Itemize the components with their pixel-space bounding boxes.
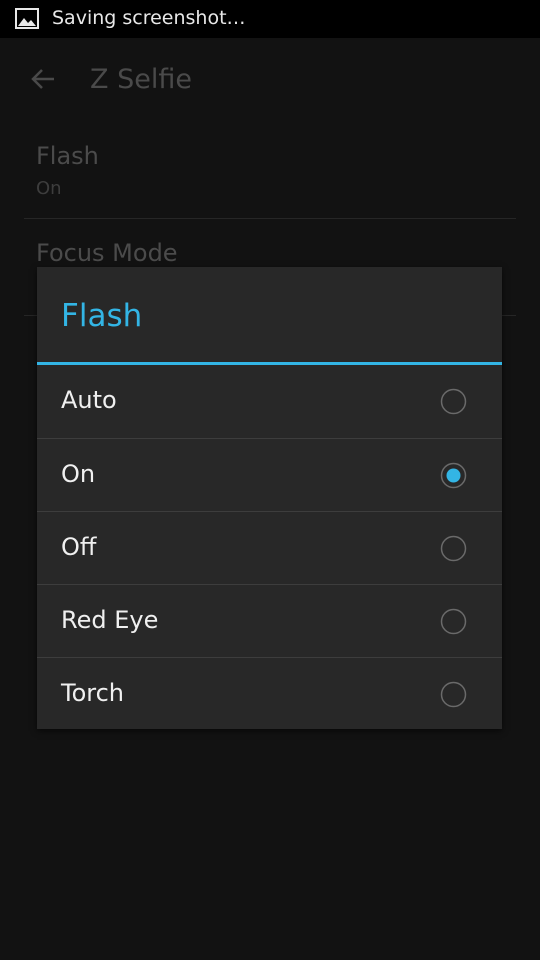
- status-text: Saving screenshot…: [52, 7, 246, 29]
- radio-unselected-icon[interactable]: [440, 608, 467, 635]
- flash-dialog: Flash Auto On Off Red Eye Torch: [37, 267, 502, 729]
- pref-flash[interactable]: Flash On: [24, 134, 516, 219]
- pref-title: Focus Mode: [36, 239, 178, 267]
- option-label: Torch: [61, 679, 125, 707]
- option-label: Auto: [61, 386, 117, 414]
- radio-unselected-icon[interactable]: [440, 535, 467, 562]
- radio-selected-icon[interactable]: [440, 462, 467, 489]
- pref-title: Flash: [36, 142, 99, 170]
- option-label: On: [61, 460, 96, 488]
- option-torch[interactable]: Torch: [37, 657, 502, 730]
- option-off[interactable]: Off: [37, 511, 502, 584]
- option-on[interactable]: On: [37, 438, 502, 511]
- radio-unselected-icon[interactable]: [440, 388, 467, 415]
- image-icon: [15, 8, 39, 29]
- action-bar: Z Selfie: [0, 38, 540, 122]
- back-arrow-icon[interactable]: [30, 66, 56, 92]
- radio-unselected-icon[interactable]: [440, 681, 467, 708]
- app-title: Z Selfie: [90, 64, 192, 95]
- dialog-title: Flash: [61, 298, 143, 334]
- option-auto[interactable]: Auto: [37, 365, 502, 438]
- pref-summary: On: [36, 178, 62, 199]
- option-label: Off: [61, 533, 97, 561]
- option-label: Red Eye: [61, 606, 159, 634]
- status-bar: Saving screenshot…: [0, 0, 540, 38]
- option-red-eye[interactable]: Red Eye: [37, 584, 502, 657]
